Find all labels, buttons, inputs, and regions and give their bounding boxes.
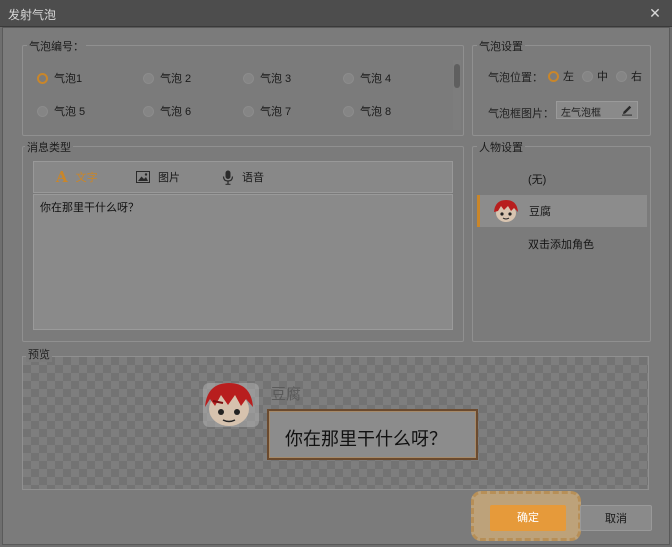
preview-bubble-text: 你在那里干什么呀？: [285, 429, 447, 449]
bubble-number-label: 气泡编号：: [27, 38, 86, 54]
cancel-button[interactable]: 取消: [580, 505, 652, 531]
bubble-option-label: 气泡 4: [360, 73, 392, 85]
message-content: 你在那里干什么呀？: [40, 202, 139, 214]
position-center-radio[interactable]: 中: [582, 68, 608, 84]
bubble-number-group: 气泡编号：: [22, 38, 464, 136]
bubble-option-4[interactable]: 气泡 4: [343, 70, 391, 86]
close-icon[interactable]: ✕: [646, 4, 664, 22]
radio-icon: [243, 105, 254, 117]
radio-icon: [616, 70, 627, 82]
pencil-icon[interactable]: [621, 104, 633, 116]
ok-button[interactable]: 确定: [490, 505, 566, 531]
bubble-frame-label: 气泡框图片：: [488, 108, 554, 120]
character-item-none[interactable]: (无): [477, 163, 647, 195]
radio-icon: [343, 105, 354, 117]
bubble-option-3[interactable]: 气泡 3: [243, 70, 291, 86]
tab-text[interactable]: A 文字: [34, 162, 118, 192]
bubble-frame-value: 左气泡框: [561, 108, 601, 119]
preview-avatar: [203, 383, 259, 427]
bubble-option-6[interactable]: 气泡 6: [143, 103, 191, 119]
character-item-label: 豆腐: [529, 206, 551, 218]
microphone-icon: [222, 170, 234, 185]
preview-label: 预览: [26, 346, 52, 362]
character-settings-label: 人物设置: [477, 139, 525, 155]
position-option-label: 右: [631, 71, 642, 83]
message-type-tabs: A 文字 图片 语音: [33, 161, 453, 193]
bubble-option-label: 气泡 7: [260, 106, 292, 118]
scrollbar-thumb[interactable]: [454, 64, 460, 88]
avatar: [494, 200, 518, 222]
radio-icon: [343, 72, 354, 84]
character-item-doufu[interactable]: 豆腐: [477, 195, 647, 227]
tab-image[interactable]: 图片: [118, 162, 202, 192]
radio-icon: [37, 105, 48, 117]
character-item-label: (无): [528, 174, 547, 186]
bubble-position-label: 气泡位置：: [488, 72, 543, 84]
radio-icon: [582, 70, 593, 82]
tab-voice[interactable]: 语音: [202, 162, 286, 192]
radio-selected-icon: [548, 70, 559, 82]
bubble-settings-label: 气泡设置: [477, 38, 525, 54]
message-type-label: 消息类型: [25, 139, 73, 155]
position-option-label: 左: [563, 71, 574, 83]
bubble-frame-field[interactable]: 左气泡框: [556, 101, 638, 119]
bubble-option-5[interactable]: 气泡 5: [37, 103, 85, 119]
bubble-option-2[interactable]: 气泡 2: [143, 70, 191, 86]
bubble-option-1[interactable]: 气泡1: [37, 70, 82, 86]
message-textarea[interactable]: 你在那里干什么呀？: [33, 194, 453, 330]
bubble-option-label: 气泡 8: [360, 106, 392, 118]
bubble-option-8[interactable]: 气泡 8: [343, 103, 391, 119]
bubble-option-label: 气泡 5: [54, 106, 86, 118]
character-item-label: 双击添加角色: [528, 239, 594, 251]
bubble-list-scrollbar[interactable]: [453, 60, 461, 130]
position-option-label: 中: [597, 71, 608, 83]
window-title: 发射气泡: [8, 8, 57, 22]
bubble-option-label: 气泡 6: [160, 106, 192, 118]
preview-name: 豆腐: [271, 386, 302, 403]
radio-selected-icon: [37, 72, 48, 84]
radio-icon: [243, 72, 254, 84]
tab-image-label: 图片: [158, 172, 180, 184]
bubble-option-label: 气泡 3: [260, 73, 292, 85]
bubble-option-label: 气泡 2: [160, 73, 192, 85]
bubble-option-label: 气泡1: [54, 73, 83, 85]
tab-text-label: 文字: [75, 172, 98, 184]
tab-voice-label: 语音: [242, 172, 264, 184]
position-right-radio[interactable]: 右: [616, 68, 642, 84]
add-character-item[interactable]: 双击添加角色: [477, 228, 647, 260]
title-bar: 发射气泡 ✕: [0, 0, 672, 27]
bubble-settings-group: 气泡设置: [472, 38, 651, 136]
radio-icon: [143, 105, 154, 117]
radio-icon: [143, 72, 154, 84]
text-icon: A: [56, 168, 68, 186]
bubble-option-7[interactable]: 气泡 7: [243, 103, 291, 119]
image-icon: [136, 171, 150, 183]
position-left-radio[interactable]: 左: [548, 68, 574, 84]
preview-bubble: 你在那里干什么呀？: [267, 409, 478, 460]
